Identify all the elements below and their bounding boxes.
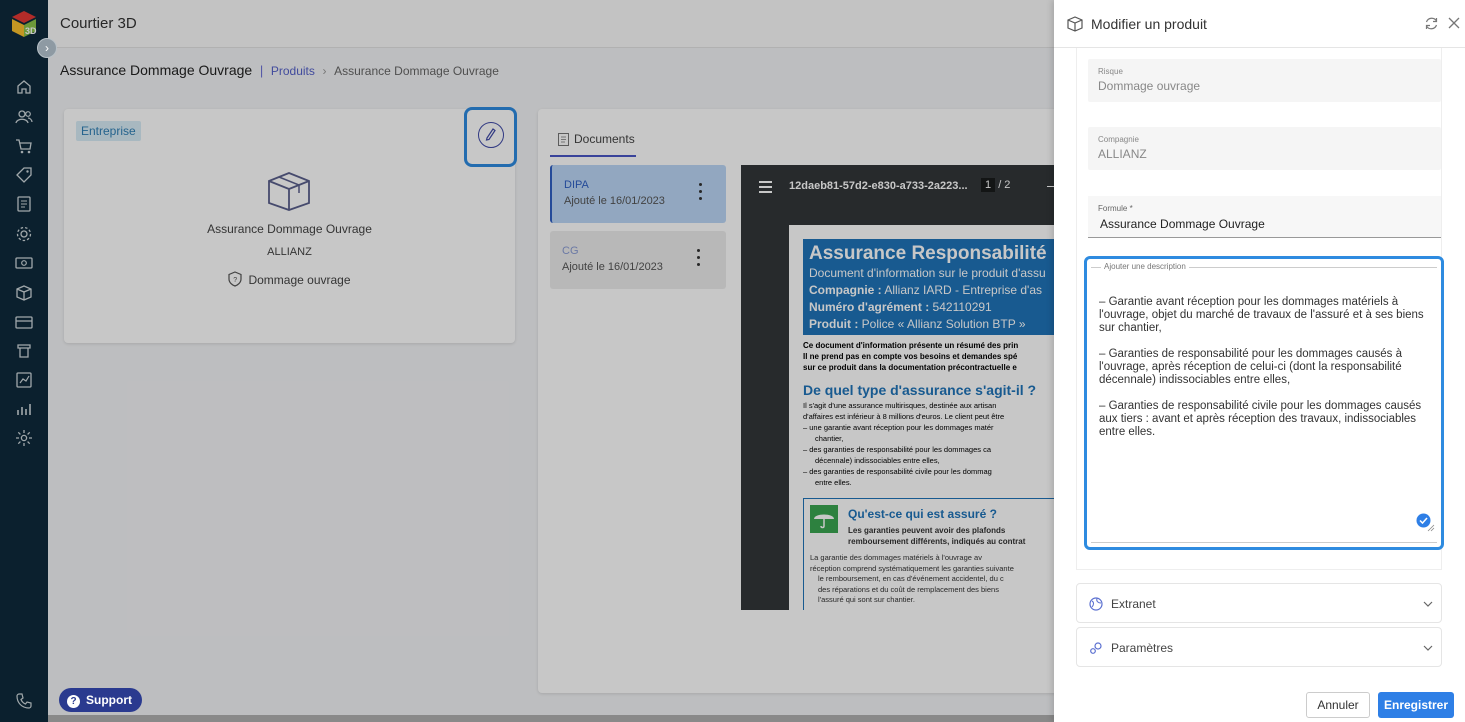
- drawer-title: Modifier un produit: [1091, 16, 1207, 32]
- globe-icon: [1089, 597, 1103, 611]
- drawer-header: Modifier un produit: [1054, 0, 1465, 48]
- refresh-icon[interactable]: [1424, 16, 1439, 31]
- box-icon: [1067, 16, 1083, 32]
- compagnie-field: Compagnie ALLIANZ: [1088, 127, 1441, 170]
- formule-value: Assurance Dommage Ouvrage: [1100, 217, 1265, 231]
- chevron-down-icon: [1423, 645, 1433, 651]
- resize-handle-icon[interactable]: [1427, 524, 1435, 532]
- save-button[interactable]: Enregistrer: [1378, 692, 1454, 718]
- edit-product-drawer: Modifier un produit Risque Dommage ouvra…: [1054, 0, 1465, 722]
- support-button[interactable]: ? Support: [59, 688, 142, 712]
- description-textarea[interactable]: Ajouter une description – Garantie avant…: [1091, 262, 1437, 543]
- risque-label: Risque: [1098, 67, 1123, 76]
- cancel-button[interactable]: Annuler: [1306, 692, 1370, 718]
- chevron-down-icon: [1423, 601, 1433, 607]
- close-icon[interactable]: [1447, 16, 1461, 30]
- support-label: Support: [86, 693, 132, 707]
- modal-backdrop[interactable]: [0, 0, 1054, 722]
- accordion-parametres-label: Paramètres: [1111, 641, 1174, 655]
- help-icon: ?: [67, 695, 80, 708]
- accordion-parametres[interactable]: Paramètres: [1076, 627, 1442, 667]
- formule-field[interactable]: Formule * Assurance Dommage Ouvrage: [1088, 196, 1441, 238]
- risque-value: Dommage ouvrage: [1098, 79, 1201, 93]
- description-label: Ajouter une description: [1101, 262, 1189, 271]
- risque-field: Risque Dommage ouvrage: [1088, 59, 1441, 102]
- sidebar-expand-button[interactable]: ›: [37, 38, 57, 58]
- description-highlight: Ajouter une description – Garantie avant…: [1084, 256, 1444, 550]
- formule-label: Formule *: [1098, 204, 1133, 213]
- description-text: – Garantie avant réception pour les domm…: [1099, 296, 1424, 438]
- accordion-extranet-label: Extranet: [1111, 597, 1156, 611]
- gears-icon: [1090, 642, 1102, 654]
- compagnie-label: Compagnie: [1098, 135, 1139, 144]
- accordion-extranet[interactable]: Extranet: [1076, 583, 1442, 623]
- compagnie-value: ALLIANZ: [1098, 147, 1147, 161]
